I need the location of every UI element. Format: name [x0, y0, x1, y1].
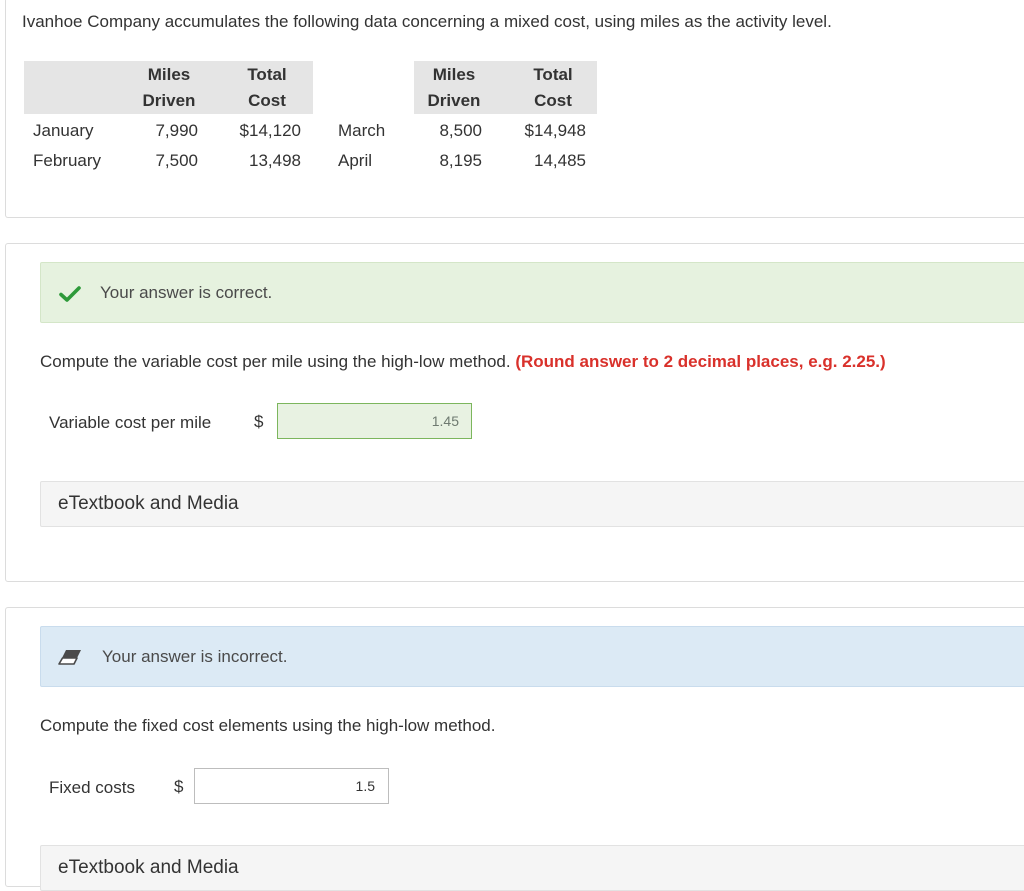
problem-statement: Ivanhoe Company accumulates the followin…: [22, 12, 832, 31]
header-total-cost-1: Total Cost: [247, 65, 287, 110]
header-miles-driven-2: Miles Driven: [427, 65, 481, 110]
variable-cost-label: Variable cost per mile: [49, 413, 212, 432]
question-text: Compute the variable cost per mile using…: [40, 352, 886, 372]
table-cell-miles: 7,990: [155, 121, 198, 140]
answer-status-text: Your answer is incorrect.: [102, 647, 288, 666]
table-cell-cost: 14,485: [534, 151, 586, 170]
table-cell-cost: 13,498: [249, 151, 301, 170]
answer-status-text: Your answer is correct.: [100, 283, 273, 302]
table-cell-month: February: [33, 151, 102, 170]
table-cell-month: March: [338, 121, 386, 140]
eraser-icon: [58, 649, 82, 670]
rounding-instruction: (Round answer to 2 decimal places, e.g. …: [515, 352, 886, 371]
header-total-cost-2: Total Cost: [533, 65, 573, 110]
answer-incorrect-banner: Your answer is incorrect.: [40, 626, 1024, 687]
table-cell-cost: $14,948: [524, 121, 586, 140]
table-cell-cost: $14,120: [239, 121, 301, 140]
table-cell-month: April: [338, 151, 373, 170]
fixed-costs-input[interactable]: [194, 768, 389, 804]
fixed-costs-label: Fixed costs: [49, 778, 135, 797]
header-miles-driven-1: Miles Driven: [142, 65, 196, 110]
table-cell-miles: 8,195: [439, 151, 482, 170]
variable-cost-input[interactable]: [277, 403, 472, 439]
currency-symbol: $: [174, 777, 184, 796]
etextbook-label: eTextbook and Media: [58, 857, 239, 878]
answer-correct-banner: Your answer is correct.: [40, 262, 1024, 323]
currency-symbol: $: [254, 412, 264, 431]
etextbook-media-button[interactable]: eTextbook and Media: [40, 481, 1024, 527]
etextbook-label: eTextbook and Media: [58, 493, 239, 514]
checkmark-icon: [59, 286, 81, 307]
etextbook-media-button[interactable]: eTextbook and Media: [40, 845, 1024, 891]
table-cell-miles: 7,500: [155, 151, 198, 170]
table-cell-month: January: [33, 121, 94, 140]
table-cell-miles: 8,500: [439, 121, 482, 140]
question-prompt: Compute the fixed cost elements using th…: [40, 716, 496, 735]
question-prompt: Compute the variable cost per mile using…: [40, 352, 511, 371]
